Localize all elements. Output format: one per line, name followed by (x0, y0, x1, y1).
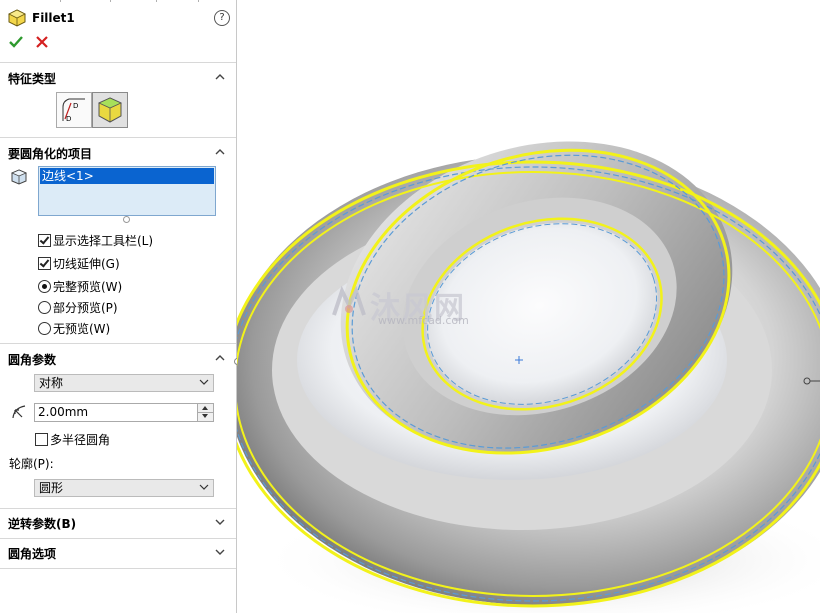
checkbox-label: 多半径圆角 (50, 433, 111, 447)
divider (0, 508, 236, 509)
full-round-fillet-button[interactable] (92, 92, 128, 128)
help-icon[interactable]: ? (214, 10, 230, 26)
ok-checkmark-icon[interactable] (8, 34, 24, 50)
spin-down-arrow-icon[interactable] (198, 412, 213, 420)
edge-selection-icon (10, 169, 28, 185)
model-view[interactable] (237, 0, 820, 613)
checkbox-box[interactable] (38, 257, 51, 270)
section-title: 圆角选项 (8, 547, 57, 561)
chevron-down-icon (199, 379, 209, 385)
svg-text:D: D (73, 102, 78, 110)
fillet-cube-icon (98, 97, 122, 123)
divider (0, 568, 236, 569)
list-resize-handle[interactable] (123, 216, 130, 223)
radio-label: 部分预览(P) (53, 301, 118, 315)
tab-property-manager[interactable] (62, 0, 111, 2)
divider (0, 62, 236, 63)
fillet-method-dropdown[interactable]: 对称 (34, 374, 214, 392)
panel-tab-strip (0, 0, 236, 3)
radius-input[interactable]: 2.00mm (34, 403, 214, 422)
tab-configuration-manager[interactable] (112, 0, 157, 2)
checkbox-label: 切线延伸(G) (53, 257, 120, 271)
section-fillet-options[interactable]: 圆角选项 (8, 545, 230, 563)
radio-dot[interactable] (38, 301, 51, 314)
cancel-x-icon[interactable] (34, 34, 50, 50)
watermark: 沐风网 www.mfcad.com (330, 283, 500, 329)
svg-text:D: D (66, 115, 71, 123)
chevron-down-icon[interactable] (214, 516, 226, 528)
radius-value[interactable]: 2.00mm (38, 405, 88, 419)
radio-label: 无预览(W) (53, 322, 111, 336)
tab-dimxpert[interactable] (158, 0, 199, 2)
divider (0, 538, 236, 539)
radius-icon (12, 405, 26, 419)
section-feature-type[interactable]: 特征类型 (8, 70, 230, 88)
fillet-cube-icon (8, 9, 26, 27)
items-selection-list[interactable]: 边线<1> (38, 166, 216, 216)
section-fillet-parameters[interactable]: 圆角参数 (8, 351, 230, 369)
section-title: 特征类型 (8, 72, 57, 86)
constant-size-fillet-icon: D D (62, 98, 85, 123)
section-title: 要圆角化的项目 (8, 147, 93, 161)
profile-label: 轮廓(P): (9, 457, 54, 471)
checkbox-box[interactable] (35, 433, 48, 446)
chevron-up-icon[interactable] (214, 146, 226, 158)
section-reverse-parameters[interactable]: 逆转参数(B) (8, 515, 230, 533)
chevron-down-icon (199, 484, 209, 490)
chevron-up-icon[interactable] (214, 71, 226, 83)
divider (0, 343, 236, 344)
checkbox-box[interactable] (38, 234, 51, 247)
feature-title-row: Fillet1 ? (8, 8, 230, 28)
radius-spinner[interactable] (197, 404, 213, 421)
radio-dot[interactable] (38, 280, 51, 293)
dropdown-value: 对称 (39, 376, 64, 390)
chevron-down-icon[interactable] (214, 546, 226, 558)
chevron-up-icon[interactable] (214, 352, 226, 364)
section-items-to-fillet[interactable]: 要圆角化的项目 (8, 145, 230, 163)
checkbox-label: 显示选择工具栏(L) (53, 234, 154, 248)
list-item[interactable]: 边线<1> (40, 168, 214, 184)
divider (0, 137, 236, 138)
tab-feature-manager[interactable] (0, 0, 61, 2)
watermark-logo-icon (332, 285, 366, 316)
property-manager-panel: Fillet1 ? 特征类型 D D 要圆角化的项目 边线<1> 显示选择工具栏… (0, 0, 237, 613)
constant-size-fillet-button[interactable]: D D (56, 92, 92, 128)
radio-label: 完整预览(W) (53, 280, 123, 294)
feature-title: Fillet1 (32, 11, 75, 25)
watermark-url: www.mfcad.com (378, 314, 469, 327)
graphics-viewport[interactable]: 沐风网 www.mfcad.com (237, 0, 820, 613)
radio-dot[interactable] (38, 322, 51, 335)
section-title: 圆角参数 (8, 353, 57, 367)
profile-dropdown[interactable]: 圆形 (34, 479, 214, 497)
section-title: 逆转参数(B) (8, 517, 77, 531)
dropdown-value: 圆形 (39, 481, 64, 495)
